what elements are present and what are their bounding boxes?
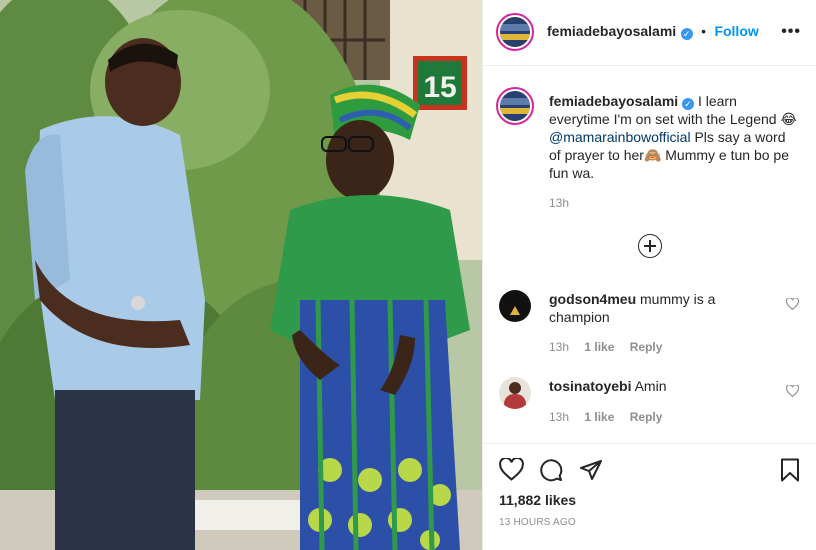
caption-avatar[interactable]	[496, 87, 534, 125]
caption-verified-icon: ✓	[682, 98, 695, 110]
comment-time[interactable]: 13h	[549, 340, 569, 354]
heart-icon[interactable]	[499, 458, 524, 481]
comment-like-heart-icon[interactable]	[786, 298, 799, 310]
commenter-username[interactable]: godson4meu	[549, 291, 636, 307]
comment-likes[interactable]: 1 like	[584, 410, 614, 424]
commenter-avatar[interactable]	[499, 290, 531, 322]
post-image: 15	[0, 0, 482, 550]
comment-item: godson4meu mummy is a champion 13h 1 lik…	[499, 290, 799, 360]
post-photo[interactable]: 15	[0, 0, 482, 550]
reply-button[interactable]: Reply	[630, 410, 663, 424]
author-avatar[interactable]	[496, 13, 534, 51]
caption-time[interactable]: 13h	[549, 196, 569, 210]
post-caption: femiadebayosalami ✓ I learn everytime I'…	[549, 92, 801, 182]
share-icon[interactable]	[579, 458, 603, 482]
comment-time[interactable]: 13h	[549, 410, 569, 424]
separator-dot: •	[701, 23, 706, 39]
more-options-icon[interactable]: •••	[781, 23, 801, 41]
post-header: femiadebayosalami ✓ • Follow •••	[483, 0, 816, 66]
post-actions: 11,882 likes 13 HOURS AGO	[483, 443, 816, 550]
house-number: 15	[423, 71, 456, 104]
comment-icon[interactable]	[539, 458, 563, 482]
post-timestamp[interactable]: 13 HOURS AGO	[499, 517, 576, 528]
reply-button[interactable]: Reply	[630, 340, 663, 354]
comment-like-heart-icon[interactable]	[786, 385, 799, 397]
follow-button[interactable]: Follow	[714, 23, 758, 39]
caption-mention-link[interactable]: @mamarainbowofficial	[549, 129, 691, 145]
caption-username[interactable]: femiadebayosalami	[549, 93, 678, 109]
verified-badge-icon: ✓	[680, 28, 693, 40]
comment-likes[interactable]: 1 like	[584, 340, 614, 354]
comment-item: tosinatoyebi Amin 13h 1 like Reply	[499, 377, 799, 427]
load-more-comments-icon[interactable]	[638, 234, 662, 258]
commenter-username[interactable]: tosinatoyebi	[549, 378, 631, 394]
likes-count[interactable]: 11,882 likes	[499, 492, 576, 508]
commenter-avatar[interactable]	[499, 377, 531, 409]
post-sidebar: femiadebayosalami ✓ • Follow ••• femiade…	[482, 0, 816, 550]
author-username[interactable]: femiadebayosalami	[547, 23, 676, 39]
bookmark-icon[interactable]	[779, 458, 801, 482]
comment-text: Amin	[634, 378, 667, 394]
